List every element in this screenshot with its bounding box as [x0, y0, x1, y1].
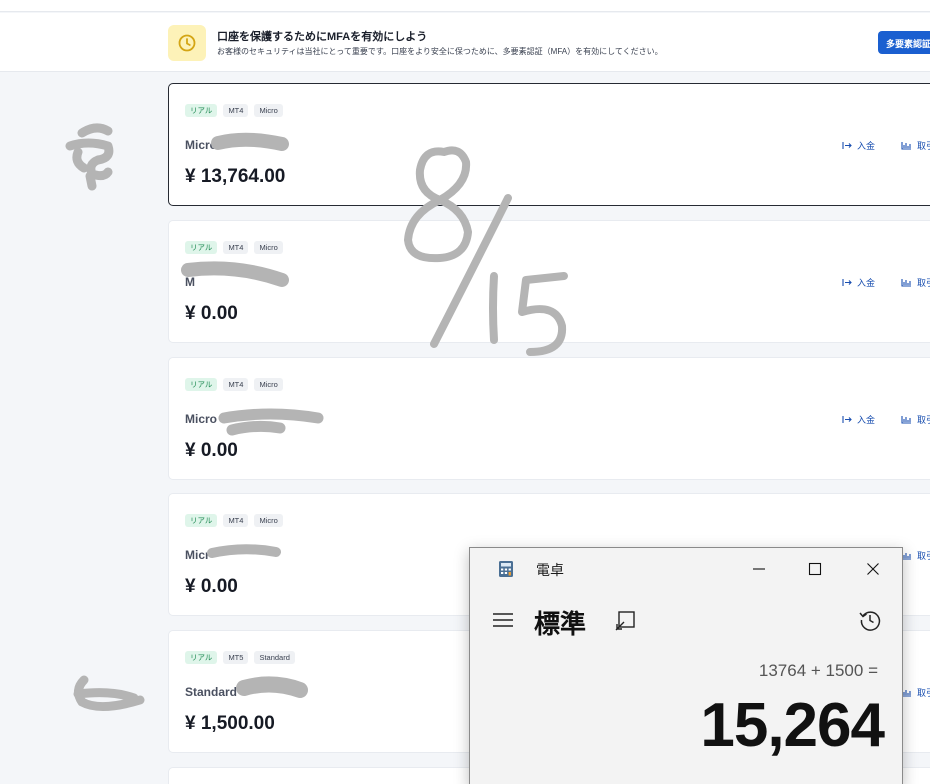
enable-mfa-button[interactable]: 多要素認証	[878, 31, 930, 54]
tag-real: リアル	[185, 514, 218, 527]
deposit-link[interactable]: 入金	[842, 276, 875, 289]
tag-real: リアル	[185, 104, 218, 117]
close-icon[interactable]	[850, 554, 896, 584]
account-name: M	[185, 275, 195, 289]
tag-type: Standard	[254, 651, 295, 664]
account-name: Micr	[185, 548, 210, 562]
account-card[interactable]: リアル MT4 Micro M ¥ 0.00 入金 取引	[168, 220, 930, 343]
calculator-expression: 13764 + 1500 =	[758, 661, 878, 680]
top-strip	[0, 0, 930, 12]
calculator-window-title: 電卓	[536, 562, 564, 578]
chart-icon	[901, 279, 911, 287]
calculator-titlebar[interactable]: 電卓	[470, 548, 902, 590]
banner-description: お客様のセキュリティは当社にとって重要です。口座をより安全に保つために、多要素認…	[217, 47, 663, 56]
tag-list: リアル MT4 Micro	[185, 378, 283, 391]
tag-platform: MT4	[223, 514, 249, 527]
scribble-mark	[65, 123, 114, 191]
trade-link[interactable]: 取引	[901, 139, 930, 152]
tag-real: リアル	[185, 378, 218, 391]
account-balance: ¥ 1,500.00	[185, 713, 275, 734]
tag-type: Micro	[254, 378, 283, 391]
keep-on-top-icon[interactable]	[614, 610, 636, 637]
tag-list: リアル MT4 Micro	[185, 514, 283, 527]
tag-type: Micro	[254, 104, 283, 117]
deposit-link[interactable]: 入金	[842, 413, 875, 426]
trade-link[interactable]: 取引	[901, 549, 930, 562]
account-card[interactable]: リアル MT4 Micro Micro ¥ 0.00 入金 取引	[168, 357, 930, 480]
deposit-icon	[842, 142, 852, 149]
account-balance: ¥ 0.00	[185, 576, 238, 597]
account-balance: ¥ 0.00	[185, 303, 238, 324]
account-name: Standard	[185, 685, 238, 699]
deposit-link[interactable]: 入金	[842, 139, 875, 152]
tag-platform: MT5	[223, 651, 249, 664]
tag-platform: MT4	[223, 378, 249, 391]
calculator-mode-title: 標準	[534, 609, 587, 639]
calculator-result: 15,264	[700, 691, 885, 760]
tag-list: リアル MT4 Micro	[185, 241, 283, 254]
account-name: Micro	[185, 138, 218, 152]
tag-platform: MT4	[223, 104, 249, 117]
trade-link[interactable]: 取引	[901, 686, 930, 699]
tag-type: Micro	[254, 514, 283, 527]
tag-real: リアル	[185, 651, 218, 664]
scribble-mark	[73, 675, 145, 711]
banner-title: 口座を保護するためにMFAを有効にしよう	[217, 31, 428, 43]
maximize-icon[interactable]	[792, 554, 838, 584]
history-icon[interactable]	[858, 608, 882, 637]
calculator-app-icon	[498, 560, 514, 583]
trade-link[interactable]: 取引	[901, 276, 930, 289]
trade-link[interactable]: 取引	[901, 413, 930, 426]
clock-icon	[168, 25, 206, 61]
account-balance: ¥ 13,764.00	[185, 166, 286, 187]
tag-type: Micro	[254, 241, 283, 254]
account-card[interactable]: リアル MT4 Micro Micro ¥ 13,764.00 入金 取引	[168, 83, 930, 206]
account-name: Micro	[185, 412, 218, 426]
deposit-icon	[842, 416, 852, 423]
calculator-window: 電卓 標準 13764 + 1500 = 15,264	[469, 547, 903, 784]
tag-list: リアル MT4 Micro	[185, 104, 283, 117]
mfa-banner: 口座を保護するためにMFAを有効にしよう お客様のセキュリティは当社にとって重要…	[0, 13, 930, 72]
tag-platform: MT4	[223, 241, 249, 254]
chart-icon	[901, 416, 911, 424]
account-balance: ¥ 0.00	[185, 440, 238, 461]
minimize-icon[interactable]	[736, 554, 782, 584]
tag-list: リアル MT5 Standard	[185, 651, 295, 664]
hamburger-menu-icon[interactable]	[492, 612, 514, 633]
chart-icon	[901, 142, 911, 150]
deposit-icon	[842, 279, 852, 286]
tag-real: リアル	[185, 241, 218, 254]
